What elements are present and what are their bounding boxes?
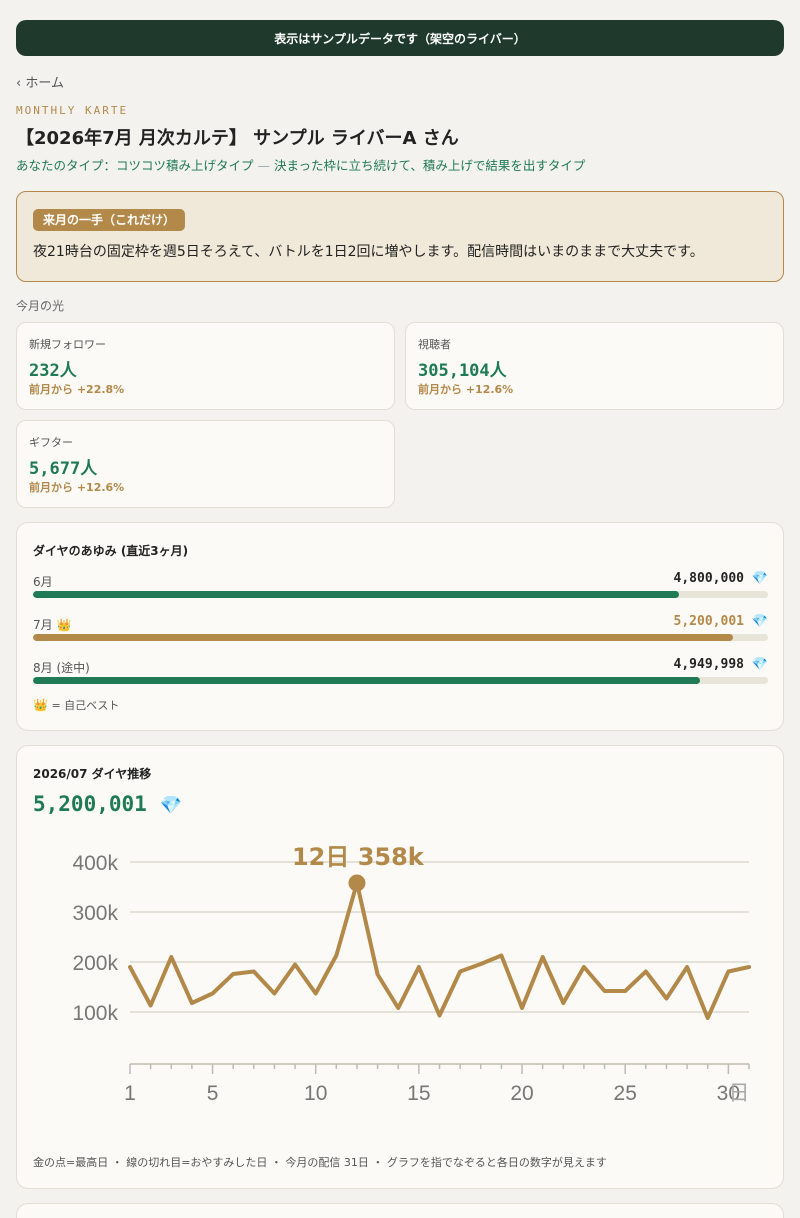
x-tick-label: 10 [304, 1082, 327, 1105]
diamond-trend-card: 2026/07 ダイヤ推移 5,200,001 💎 100k 200k 300k 40… [16, 745, 784, 1189]
crown-icon: 👑 [33, 698, 48, 712]
sample-data-banner: 表示はサンプルデータです（架空のライバー） [16, 20, 784, 56]
diamond-history-title: ダイヤのあゆみ (直近3ヶ月) [33, 544, 189, 558]
progress-fill [33, 591, 680, 598]
progress-track [33, 677, 768, 684]
diamond-icon: 💎 [751, 571, 768, 586]
progress-fill [33, 677, 700, 684]
stat-card-gifters: ギフター 5,677人 前月から +12.6% [16, 420, 395, 508]
page-title: 【2026年7月 月次カルテ】 サンプル ライバーA さん [16, 128, 459, 149]
highlights-label: 今月の光 [16, 299, 65, 313]
stat-change: 前月から +22.8% [29, 383, 125, 396]
next-month-text: 夜21時台の固定枠を週5日そろえて、バトルを1日2回に増やします。配信時間はいま… [33, 244, 704, 260]
next-month-advice-card: 来月の一手（これだけ） 夜21時台の固定枠を週5日そろえて、バトルを1日2回に増… [16, 191, 784, 282]
stat-card-viewers: 視聴者 305,104人 前月から +12.6% [405, 322, 784, 410]
progress-track [33, 591, 768, 598]
progress-fill [33, 634, 733, 641]
diamond-icon: 💎 [751, 614, 768, 629]
x-tick-label: 25 [614, 1082, 637, 1105]
stat-card-new-followers: 新規フォロワー 232人 前月から +22.8% [16, 322, 395, 410]
liver-type-line: あなたのタイプ：コツコツ積み上げタイプ — 決まった枠に立ち続けて、積み上げで結… [16, 155, 585, 174]
liver-type-description: 決まった枠に立ち続けて、積み上げで結果を出すタイプ [273, 158, 586, 173]
month-label: 7月 👑 [33, 618, 72, 632]
diamond-trend-chart[interactable]: 100k200k300k400k1 5 10 15 20 25 30日12日 358k [17, 842, 783, 1132]
chart-footnote: 金の点=最高日 ・ 線の切れ目=おやすみした日 ・ 今月の配信 31日 ・ グラ… [33, 1156, 607, 1169]
stat-value: 5,677人 [29, 459, 98, 479]
progress-track [33, 634, 768, 641]
y-tick-label: 400k [72, 852, 118, 875]
page-eyebrow: MONTHLY KARTE [16, 104, 129, 117]
x-tick-label: 5 [207, 1082, 219, 1105]
x-tick-label: 15 [407, 1082, 430, 1105]
best-legend: 👑 = 自己ベスト [33, 698, 120, 712]
next-card-peek [16, 1203, 784, 1218]
diamond-icon: 💎 [159, 795, 182, 816]
type-separator: — [253, 158, 274, 173]
x-tick-label: 1 [124, 1082, 136, 1105]
liver-type: あなたのタイプ：コツコツ積み上げタイプ [16, 158, 254, 173]
series-line [128, 881, 751, 1020]
peak-label: 12日 358k [292, 843, 425, 871]
stat-value: 305,104人 [418, 361, 507, 381]
month-label: 6月 [33, 575, 53, 589]
month-label: 8月 (途中) [33, 661, 90, 675]
crown-icon: 👑 [56, 618, 72, 632]
stat-label: 新規フォロワー [29, 338, 106, 351]
y-tick-label: 100k [72, 1002, 118, 1025]
stat-label: 視聴者 [418, 338, 451, 351]
stat-change: 前月から +12.6% [418, 383, 514, 396]
diamond-history-card: ダイヤのあゆみ (直近3ヶ月) 6月 4,800,000 💎 7月 👑 5,20… [16, 522, 784, 731]
stat-value: 232人 [29, 361, 77, 381]
stat-label: ギフター [29, 436, 73, 449]
y-tick-label: 300k [72, 902, 118, 925]
trend-title: 2026/07 ダイヤ推移 [33, 767, 152, 781]
diamond-icon: 💎 [751, 657, 768, 672]
trend-total: 5,200,001 💎 [33, 792, 182, 816]
back-home-link[interactable]: ‹ ホーム [16, 72, 64, 91]
x-tick-label: 20 [510, 1082, 533, 1105]
next-month-tag: 来月の一手（これだけ） [33, 209, 186, 231]
month-value: 5,200,001 💎 [673, 614, 768, 629]
month-value: 4,800,000 💎 [673, 571, 768, 586]
stat-change: 前月から +12.6% [29, 481, 125, 494]
y-tick-label: 200k [72, 952, 118, 975]
x-unit-label: 日 [729, 1081, 750, 1105]
month-value: 4,949,998 💎 [673, 657, 768, 672]
peak-point [348, 874, 366, 892]
